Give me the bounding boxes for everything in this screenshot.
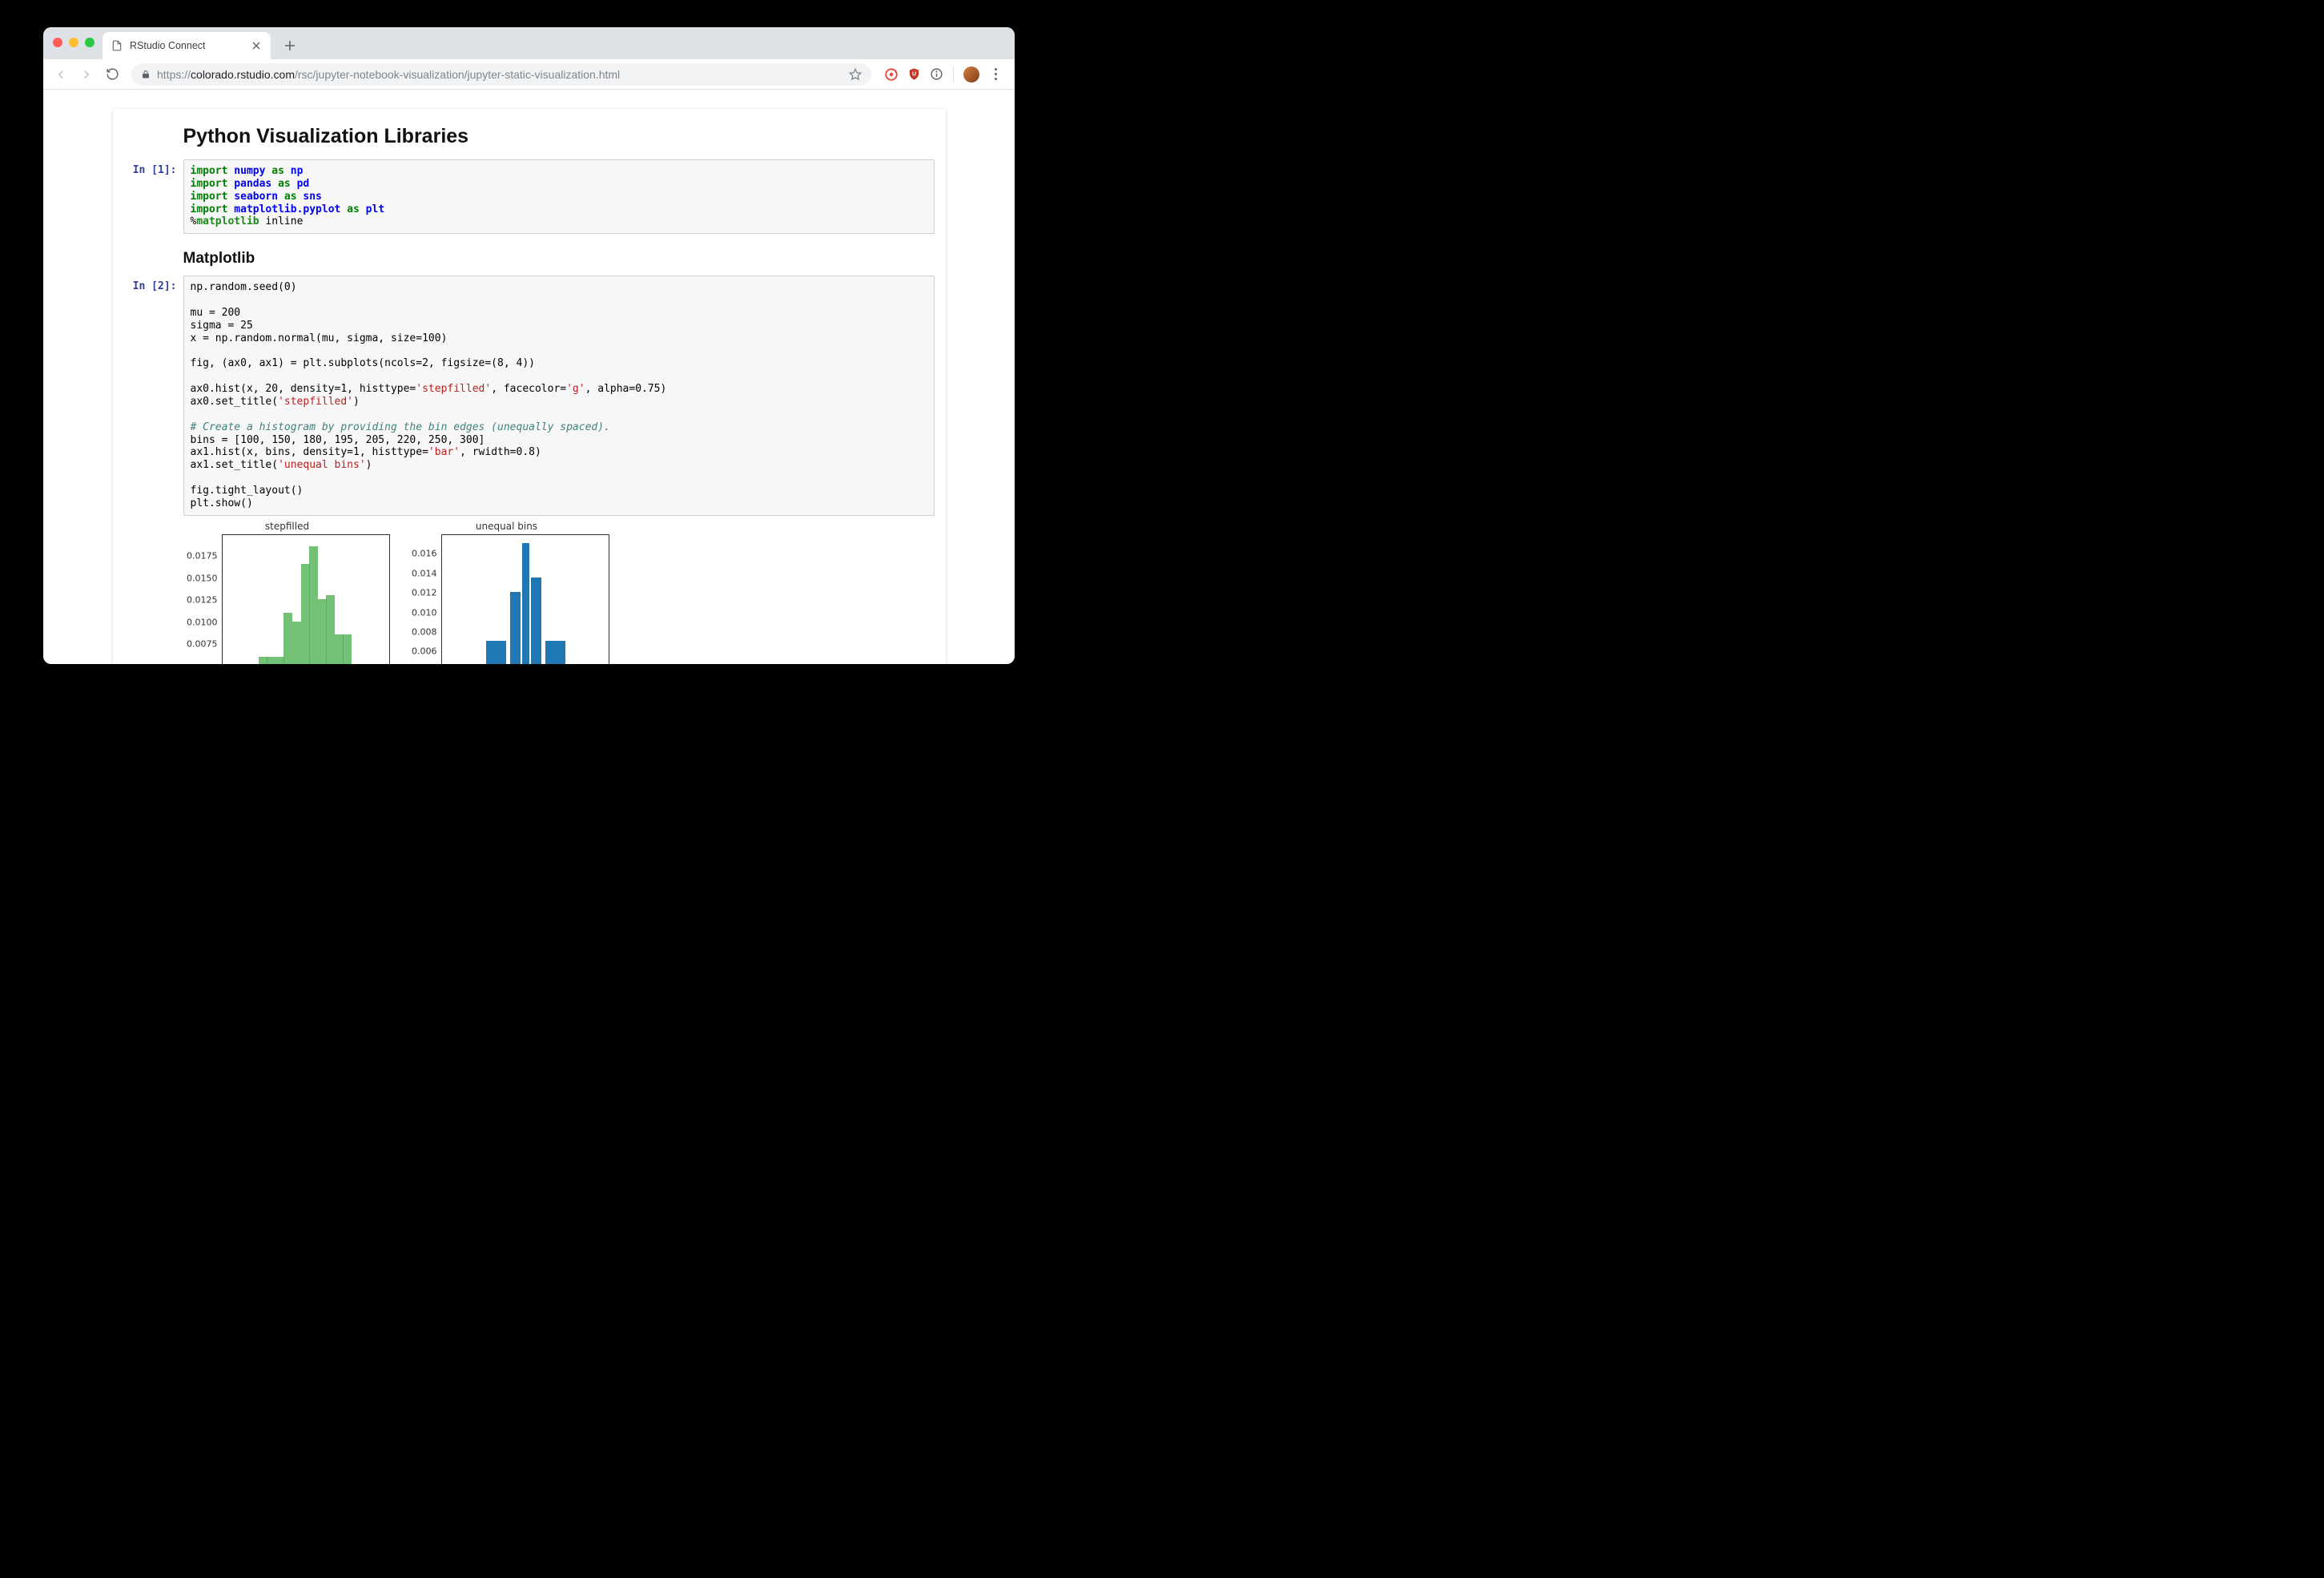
lock-icon: [141, 70, 151, 79]
y-tick-label: 0.016: [412, 549, 441, 559]
browser-window: RStudio Connect https://colorado.rstudio…: [43, 27, 1015, 664]
file-icon: [111, 39, 123, 52]
y-tick-label: 0.012: [412, 588, 441, 598]
histogram-bar: [283, 613, 292, 664]
histogram-bar: [510, 592, 521, 664]
browser-menu-button[interactable]: [987, 68, 1003, 80]
ublock-icon[interactable]: U: [907, 67, 921, 82]
histogram-bar: [267, 657, 275, 664]
code-cell-2: In [2]: np.random.seed(0) mu = 200 sigma…: [124, 276, 935, 515]
maximize-window-button[interactable]: [85, 38, 94, 47]
y-tick-label: 0.0175: [187, 551, 222, 562]
histogram-bar: [343, 634, 352, 664]
heading-cell-2: Matplotlib: [183, 250, 935, 268]
y-tick-label: 0.008: [412, 626, 441, 637]
histogram-bar: [335, 634, 344, 664]
histogram-bar: [275, 657, 284, 664]
address-bar[interactable]: https://colorado.rstudio.com/rsc/jupyter…: [131, 63, 871, 86]
chart-axes-0: [222, 534, 390, 664]
subplot-title-0: stepfilled: [183, 521, 392, 532]
svg-text:U: U: [911, 71, 915, 78]
plot-row: stepfilled 0.0075 0.0100 0.0125 0.0150 0.017…: [183, 519, 935, 664]
info-icon[interactable]: [929, 67, 943, 82]
notebook-container: Python Visualization Libraries In [1]: i…: [113, 109, 946, 664]
histogram-bar: [486, 641, 506, 664]
bookmark-star-icon[interactable]: [849, 68, 862, 81]
histogram-bar: [292, 622, 301, 664]
y-tick-label: 0.0075: [187, 639, 222, 650]
reload-button[interactable]: [101, 63, 123, 86]
browser-tab[interactable]: RStudio Connect: [103, 32, 271, 59]
back-button[interactable]: [50, 63, 72, 86]
histogram-bar: [309, 546, 318, 664]
subplot-title-1: unequal bins: [403, 521, 611, 532]
histogram-bar: [259, 657, 267, 664]
histogram-bar: [318, 599, 327, 664]
y-tick-label: 0.010: [412, 607, 441, 618]
extension-icon-1[interactable]: [884, 67, 899, 82]
extension-icons: U: [879, 66, 1008, 83]
url-domain: colorado.rstudio.com: [191, 68, 295, 81]
close-tab-button[interactable]: [250, 39, 263, 52]
output-area-plot: stepfilled 0.0075 0.0100 0.0125 0.0150 0.017…: [183, 519, 935, 664]
y-tick-label: 0.0150: [187, 573, 222, 583]
mac-traffic-lights: [53, 38, 94, 47]
page-title: Python Visualization Libraries: [183, 125, 935, 148]
input-prompt: In [2]:: [124, 276, 183, 515]
code-input-area: np.random.seed(0) mu = 200 sigma = 25 x …: [183, 276, 935, 515]
profile-avatar[interactable]: [963, 66, 979, 83]
y-tick-label: 0.014: [412, 568, 441, 578]
tab-strip: RStudio Connect: [43, 27, 1015, 59]
histogram-bar: [301, 564, 310, 664]
chart-axes-1: [441, 534, 609, 664]
browser-toolbar: https://colorado.rstudio.com/rsc/jupyter…: [43, 59, 1015, 90]
minimize-window-button[interactable]: [69, 38, 78, 47]
page-viewport[interactable]: Python Visualization Libraries In [1]: i…: [43, 90, 1015, 664]
histogram-bar: [326, 595, 335, 664]
subplot-stepfilled: stepfilled 0.0075 0.0100 0.0125 0.0150 0.017…: [183, 521, 392, 664]
code-input-area: import numpy as np import pandas as pd i…: [183, 159, 935, 234]
input-prompt: In [1]:: [124, 159, 183, 234]
close-window-button[interactable]: [53, 38, 62, 47]
subplot-unequal-bins: unequal bins 0.006 0.008 0.010 0.012 0.014 0.…: [403, 521, 611, 664]
histogram-bar: [522, 543, 529, 664]
url-path: /rsc/jupyter-notebook-visualization/jupy…: [295, 68, 620, 81]
code-cell-1: In [1]: import numpy as np import pandas…: [124, 159, 935, 234]
histogram-bar: [531, 578, 541, 664]
tab-title: RStudio Connect: [130, 40, 206, 51]
url-scheme: https://: [157, 68, 191, 81]
section-title-matplotlib: Matplotlib: [183, 250, 935, 268]
y-tick-label: 0.0125: [187, 595, 222, 606]
forward-button[interactable]: [75, 63, 98, 86]
toolbar-divider: [953, 67, 954, 82]
y-tick-label: 0.0100: [187, 617, 222, 627]
code-block-1: import numpy as np import pandas as pd i…: [191, 165, 927, 228]
new-tab-button[interactable]: [279, 34, 301, 57]
heading-cell: Python Visualization Libraries: [183, 125, 935, 148]
histogram-bar: [545, 641, 565, 664]
code-block-2: np.random.seed(0) mu = 200 sigma = 25 x …: [191, 281, 927, 509]
y-tick-label: 0.006: [412, 646, 441, 657]
